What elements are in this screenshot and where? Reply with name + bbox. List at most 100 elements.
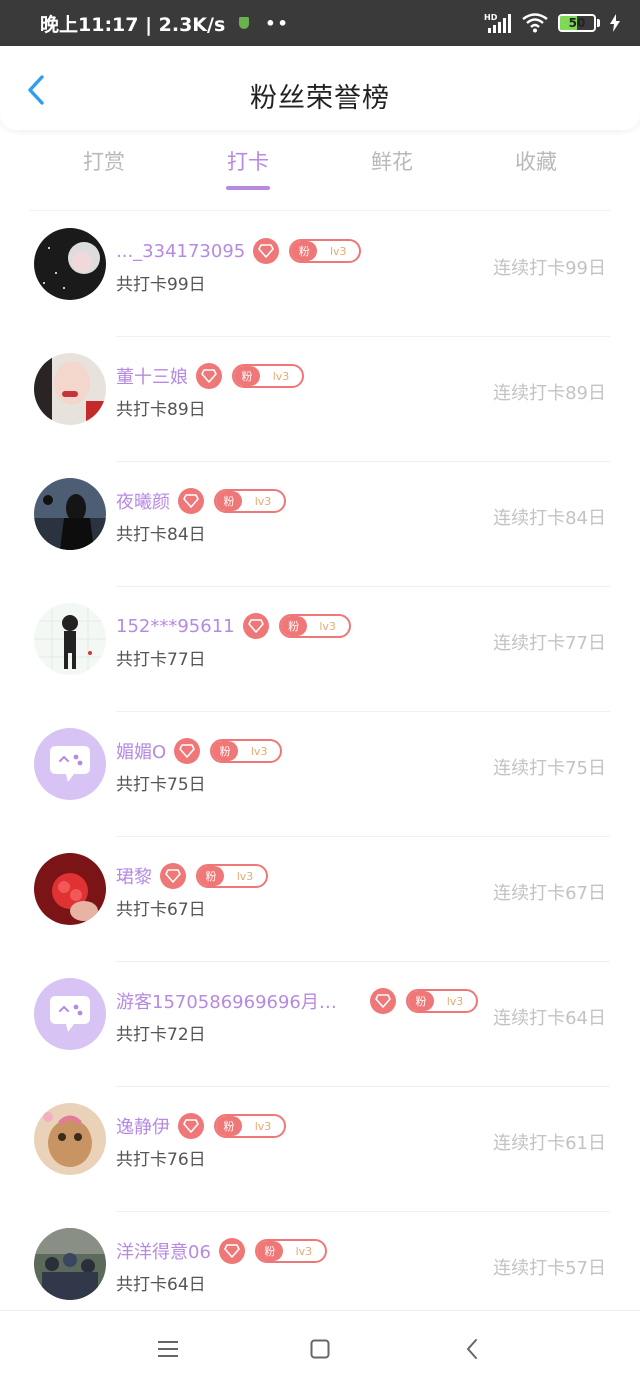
list-item[interactable]: 逸静伊 粉 lv3 共打卡76日 连续打卡61日 [0,1087,640,1212]
list-item[interactable]: 媚媚O 粉 lv3 共打卡75日 连续打卡75日 [0,712,640,837]
fan-level-badge: 粉 lv3 [232,364,304,388]
status-right: HD 50 [484,12,620,34]
home-icon [310,1339,330,1359]
charging-icon [610,14,620,32]
streak-checkin: 连续打卡89日 [493,383,606,404]
name-line: 逸静伊 粉 lv3 [116,1113,286,1139]
name-line: ..._334173095 粉 lv3 [116,238,362,264]
status-left: 晚上11:17 | 2.3K/s •• [40,10,290,37]
tab-checkin[interactable]: 打卡 [176,140,320,196]
signal-icon: HD [484,12,512,34]
chat-bubble-icon [50,996,90,1032]
fan-level-badge: 粉 lv3 [214,1114,286,1138]
streak-checkin: 连续打卡64日 [493,1008,606,1029]
streak-checkin: 连续打卡57日 [493,1258,606,1279]
system-nav-bar [0,1310,640,1387]
tab-reward[interactable]: 打赏 [32,140,176,196]
streak-checkin: 连续打卡67日 [493,883,606,904]
battery-percent: 50 [568,16,586,30]
total-checkin: 共打卡72日 [116,1025,206,1045]
status-time: 晚上11:17 | 2.3K/s [40,13,226,36]
shield-icon [239,17,250,29]
divider [30,210,610,211]
user-name[interactable]: 洋洋得意06 [116,1238,211,1264]
user-name[interactable]: 珺黎 [116,863,152,889]
avatar[interactable] [34,978,106,1050]
diamond-icon [160,863,186,889]
network-badge: HD [484,13,498,22]
avatar[interactable] [34,353,106,425]
wifi-icon [522,13,548,33]
avatar[interactable] [34,1228,106,1300]
diamond-icon [370,988,396,1014]
name-line: 媚媚O 粉 lv3 [116,738,283,764]
streak-checkin: 连续打卡61日 [493,1133,606,1154]
total-checkin: 共打卡75日 [116,775,206,795]
list-item[interactable]: 董十三娘 粉 lv3 共打卡89日 连续打卡89日 [0,337,640,462]
list-item[interactable]: 夜曦颜 粉 lv3 共打卡84日 连续打卡84日 [0,462,640,587]
list-item[interactable]: 152***95611 粉 lv3 共打卡77日 连续打卡77日 [0,587,640,712]
fan-level-badge: 粉 lv3 [254,1239,327,1263]
tab-flowers[interactable]: 鲜花 [320,140,464,196]
page-title: 粉丝荣誉榜 [250,83,390,114]
diamond-icon [253,238,280,264]
user-name[interactable]: 董十三娘 [116,363,188,389]
user-name[interactable]: 152***95611 [116,616,235,637]
fan-level-badge: 粉 lv3 [196,864,268,888]
total-checkin: 共打卡67日 [116,900,206,920]
status-bar: 晚上11:17 | 2.3K/s •• HD 50 [0,0,640,46]
status-dots: •• [265,13,290,33]
chat-bubble-icon [50,746,90,782]
avatar[interactable] [34,728,106,800]
total-checkin: 共打卡84日 [116,525,206,545]
streak-checkin: 连续打卡99日 [493,258,606,279]
battery-icon: 50 [558,14,600,32]
user-name[interactable]: 游客1570586969696月色... [116,988,354,1014]
diamond-icon [242,613,269,639]
user-name[interactable]: 逸静伊 [116,1113,170,1139]
back-icon [466,1339,477,1359]
diamond-icon [218,1238,245,1264]
total-checkin: 共打卡76日 [116,1150,206,1170]
fan-level-badge: 粉 lv3 [210,739,283,763]
user-name[interactable]: 媚媚O [116,738,166,764]
name-line: 董十三娘 粉 lv3 [116,363,304,389]
avatar[interactable] [34,603,106,675]
system-back-button[interactable] [452,1329,492,1369]
diamond-icon [196,363,222,389]
list-item[interactable]: 珺黎 粉 lv3 共打卡67日 连续打卡67日 [0,837,640,962]
avatar[interactable] [34,1103,106,1175]
user-name[interactable]: ..._334173095 [116,241,245,262]
name-line: 152***95611 粉 lv3 [116,613,351,639]
diamond-icon [178,1113,204,1139]
name-line: 夜曦颜 粉 lv3 [116,488,286,514]
fan-level-badge: 粉 lv3 [406,989,478,1013]
fan-level-badge: 粉 lv3 [289,239,362,263]
header: 粉丝荣誉榜 [0,46,640,130]
total-checkin: 共打卡64日 [116,1275,206,1295]
total-checkin: 共打卡77日 [116,650,206,670]
menu-icon [158,1341,178,1357]
fan-level-badge: 粉 lv3 [214,489,286,513]
list-item[interactable]: 游客1570586969696月色... 粉 lv3 共打卡72日 连续打卡64日 [0,962,640,1087]
user-name[interactable]: 夜曦颜 [116,488,170,514]
streak-checkin: 连续打卡75日 [493,758,606,779]
tab-bar: 打赏 打卡 鲜花 收藏 [0,140,640,196]
home-button[interactable] [300,1329,340,1369]
name-line: 洋洋得意06 粉 lv3 [116,1238,327,1264]
diamond-icon [178,488,204,514]
ranking-list: ..._334173095 粉 lv3 共打卡99日 连续打卡99日 董十三娘 粉… [0,212,640,1337]
streak-checkin: 连续打卡84日 [493,508,606,529]
tab-favorites[interactable]: 收藏 [464,140,608,196]
menu-button[interactable] [148,1329,188,1369]
list-item[interactable]: ..._334173095 粉 lv3 共打卡99日 连续打卡99日 [0,212,640,337]
diamond-icon [174,738,201,764]
total-checkin: 共打卡99日 [116,275,206,295]
avatar[interactable] [34,478,106,550]
total-checkin: 共打卡89日 [116,400,206,420]
avatar[interactable] [34,228,106,300]
avatar[interactable] [34,853,106,925]
fan-level-badge: 粉 lv3 [278,614,351,638]
streak-checkin: 连续打卡77日 [493,633,606,654]
name-line: 珺黎 粉 lv3 [116,863,268,889]
